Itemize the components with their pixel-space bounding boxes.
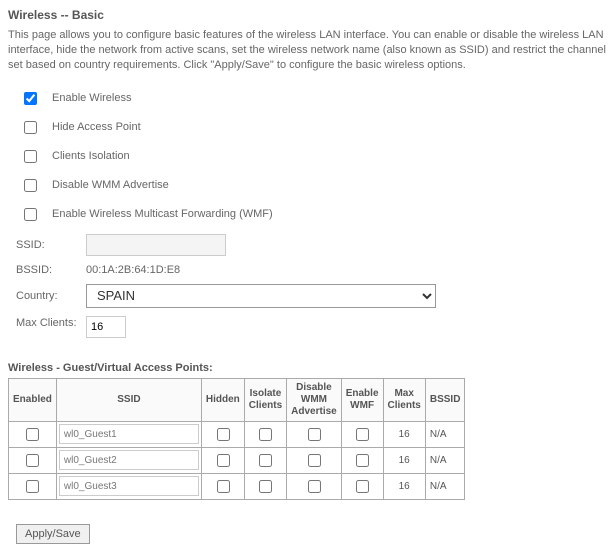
clients-isolation-checkbox[interactable] (24, 150, 37, 163)
guest-disable-wmm-checkbox[interactable] (308, 428, 321, 441)
max-clients-input[interactable] (86, 316, 126, 338)
guest-ssid-input[interactable] (59, 476, 199, 496)
country-label: Country: (16, 290, 86, 302)
guest-isolate-checkbox[interactable] (259, 454, 272, 467)
guest-disable-wmm-checkbox[interactable] (308, 480, 321, 493)
guest-bssid: N/A (425, 447, 465, 473)
guest-max-clients: 16 (383, 473, 425, 499)
col-disable-wmm: Disable WMM Advertise (287, 378, 342, 421)
enable-wmf-label: Enable Wireless Multicast Forwarding (WM… (52, 208, 273, 220)
col-ssid: SSID (56, 378, 201, 421)
col-enable-wmf: Enable WMF (341, 378, 383, 421)
clients-isolation-label: Clients Isolation (52, 150, 130, 162)
guest-ssid-input[interactable] (59, 450, 199, 470)
apply-save-button[interactable]: Apply/Save (16, 524, 90, 544)
page-title: Wireless -- Basic (8, 8, 607, 22)
guest-enabled-checkbox[interactable] (26, 480, 39, 493)
col-hidden: Hidden (201, 378, 244, 421)
guest-disable-wmm-checkbox[interactable] (308, 454, 321, 467)
guest-max-clients: 16 (383, 447, 425, 473)
hide-access-point-label: Hide Access Point (52, 121, 141, 133)
disable-wmm-checkbox[interactable] (24, 179, 37, 192)
guest-enabled-checkbox[interactable] (26, 428, 39, 441)
guest-ssid-input[interactable] (59, 424, 199, 444)
guest-hidden-checkbox[interactable] (217, 454, 230, 467)
guest-table: Enabled SSID Hidden Isolate Clients Disa… (8, 378, 465, 500)
guest-isolate-checkbox[interactable] (259, 428, 272, 441)
max-clients-label: Max Clients: (16, 316, 86, 330)
enable-wireless-label: Enable Wireless (52, 92, 131, 104)
ssid-input[interactable] (86, 234, 226, 256)
guest-bssid: N/A (425, 421, 465, 447)
guest-hidden-checkbox[interactable] (217, 428, 230, 441)
country-select[interactable]: SPAIN (86, 284, 436, 308)
intro-text: This page allows you to configure basic … (8, 28, 607, 73)
bssid-value: 00:1A:2B:64:1D:E8 (86, 264, 180, 276)
guest-isolate-checkbox[interactable] (259, 480, 272, 493)
guest-hidden-checkbox[interactable] (217, 480, 230, 493)
guest-enable-wmf-checkbox[interactable] (356, 428, 369, 441)
bssid-label: BSSID: (16, 264, 86, 276)
guest-section-title: Wireless - Guest/Virtual Access Points: (8, 362, 607, 374)
guest-enable-wmf-checkbox[interactable] (356, 454, 369, 467)
hide-access-point-checkbox[interactable] (24, 121, 37, 134)
col-max-clients: Max Clients (383, 378, 425, 421)
guest-bssid: N/A (425, 473, 465, 499)
enable-wmf-checkbox[interactable] (24, 208, 37, 221)
guest-enabled-checkbox[interactable] (26, 454, 39, 467)
col-enabled: Enabled (9, 378, 57, 421)
col-bssid: BSSID (425, 378, 465, 421)
guest-enable-wmf-checkbox[interactable] (356, 480, 369, 493)
col-isolate: Isolate Clients (244, 378, 286, 421)
table-row: 16N/A (9, 473, 465, 499)
disable-wmm-label: Disable WMM Advertise (52, 179, 169, 191)
table-row: 16N/A (9, 421, 465, 447)
ssid-label: SSID: (16, 239, 86, 251)
guest-max-clients: 16 (383, 421, 425, 447)
enable-wireless-checkbox[interactable] (24, 92, 37, 105)
table-row: 16N/A (9, 447, 465, 473)
